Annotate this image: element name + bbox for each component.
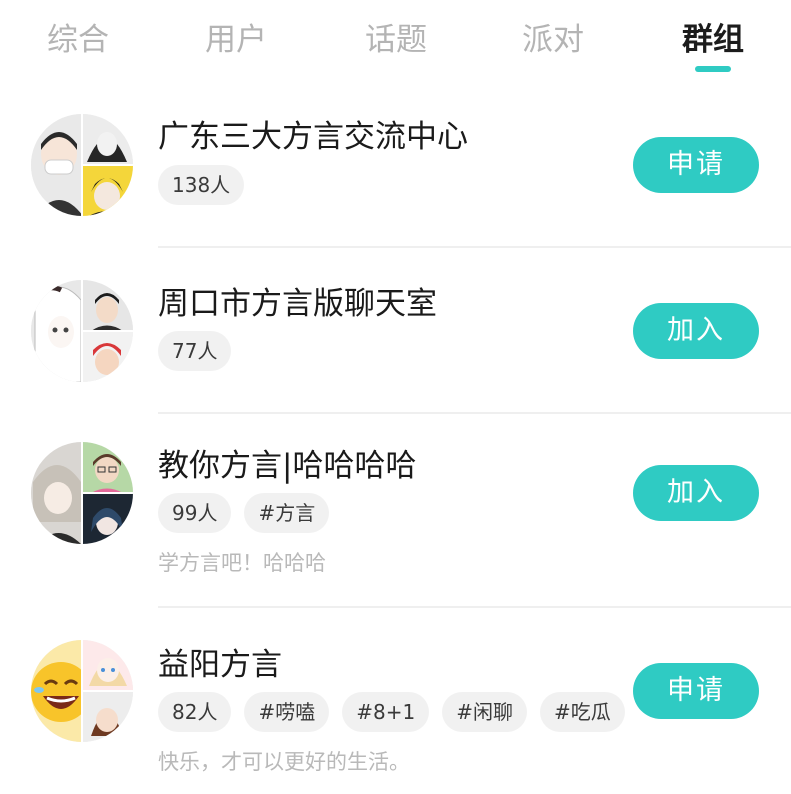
divider bbox=[158, 246, 791, 248]
group-avatar bbox=[31, 640, 133, 742]
join-button[interactable]: 加入 bbox=[633, 465, 759, 521]
hooded-anime-icon bbox=[82, 114, 133, 165]
join-button[interactable]: 加入 bbox=[633, 303, 759, 359]
group-description: 快乐，才可以更好的生活。 bbox=[158, 750, 410, 774]
apply-button[interactable]: 申请 bbox=[633, 663, 759, 719]
blue-hair-anime-icon bbox=[82, 493, 133, 544]
group-tags: 99人 #方言 bbox=[158, 493, 330, 533]
group-name: 广东三大方言交流中心 bbox=[158, 119, 468, 155]
group-tag[interactable]: #8+1 bbox=[342, 692, 430, 732]
anime-boy-yellow-icon bbox=[82, 165, 133, 216]
tab-groups[interactable]: 群组 bbox=[653, 18, 773, 62]
apply-button[interactable]: 申请 bbox=[633, 137, 759, 193]
mask-person-icon bbox=[31, 114, 83, 216]
group-tag[interactable]: #闲聊 bbox=[442, 692, 527, 732]
group-name: 益阳方言 bbox=[158, 647, 282, 683]
active-tab-indicator bbox=[695, 66, 731, 72]
anime-girl-icon bbox=[31, 280, 82, 382]
blonde-anime-girl-icon bbox=[82, 640, 133, 691]
divider bbox=[158, 606, 791, 608]
glasses-person-icon bbox=[82, 442, 133, 493]
red-hair-boy-icon bbox=[82, 331, 133, 382]
tab-all[interactable]: 综合 bbox=[18, 18, 138, 62]
group-avatar bbox=[31, 114, 133, 216]
silver-hair-anime-icon bbox=[31, 442, 82, 544]
group-avatar bbox=[31, 442, 133, 544]
tab-topics[interactable]: 话题 bbox=[336, 18, 456, 62]
brown-hair-girl-icon bbox=[82, 691, 133, 742]
divider bbox=[158, 412, 791, 414]
group-description: 学方言吧！哈哈哈 bbox=[158, 551, 326, 575]
group-tag[interactable]: #唠嗑 bbox=[244, 692, 330, 732]
member-count-badge: 77人 bbox=[158, 331, 232, 371]
member-count-badge: 82人 bbox=[158, 692, 232, 732]
group-name: 教你方言|哈哈哈哈 bbox=[158, 448, 417, 484]
group-tags: 82人 #唠嗑 #8+1 #闲聊 #吃瓜 bbox=[158, 692, 625, 732]
group-tag[interactable]: #方言 bbox=[244, 493, 330, 533]
group-tags: 138人 bbox=[158, 165, 245, 205]
search-category-tabs: 综合 用户 话题 派对 群组 bbox=[0, 0, 791, 90]
group-tag[interactable]: #吃瓜 bbox=[539, 692, 625, 732]
black-hair-boy-icon bbox=[82, 280, 133, 331]
member-count-badge: 138人 bbox=[158, 165, 245, 205]
member-count-badge: 99人 bbox=[158, 493, 232, 533]
tab-parties[interactable]: 派对 bbox=[493, 18, 613, 62]
tab-users[interactable]: 用户 bbox=[176, 18, 296, 62]
group-name: 周口市方言版聊天室 bbox=[158, 286, 437, 322]
group-tags: 77人 bbox=[158, 331, 232, 371]
group-avatar bbox=[31, 280, 133, 382]
